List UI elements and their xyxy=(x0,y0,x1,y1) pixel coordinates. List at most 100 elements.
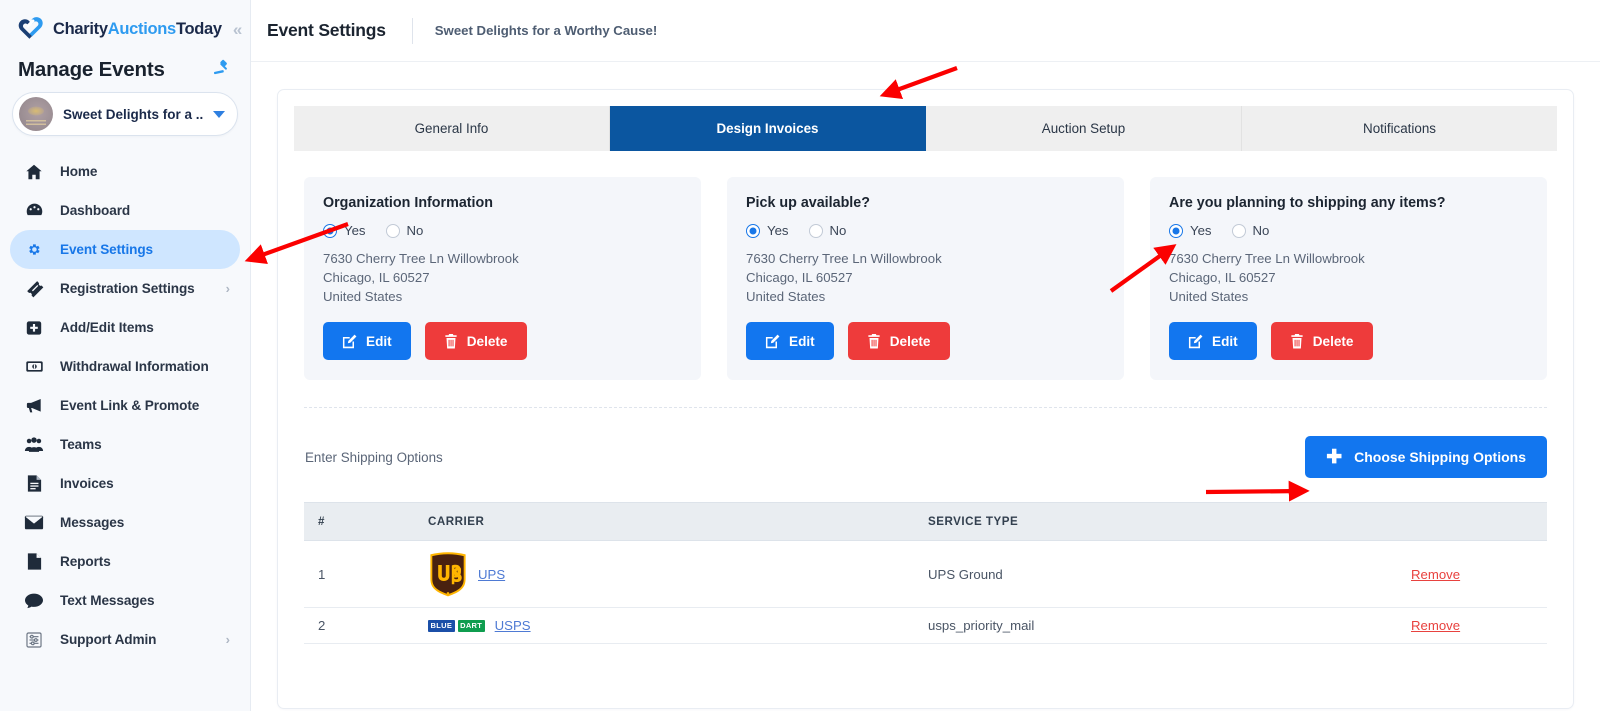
radio-label: Yes xyxy=(767,223,789,238)
tab-design-invoices[interactable]: Design Invoices xyxy=(610,106,926,151)
radio-label: No xyxy=(829,223,847,238)
address-line-1: 7630 Cherry Tree Ln Willowbrook xyxy=(746,251,942,266)
radio-label: Yes xyxy=(1190,223,1212,238)
delete-button-label: Delete xyxy=(1312,333,1354,349)
card-title: Are you planning to shipping any items? xyxy=(1169,195,1446,211)
sidebar-item-add-edit-items[interactable]: Add/Edit Items xyxy=(10,308,240,347)
radio-dot-selected[interactable] xyxy=(323,223,337,238)
sidebar-item-messages[interactable]: Messages xyxy=(10,503,240,542)
row-service-type: UPS Ground xyxy=(914,540,1397,608)
address-line-2: Chicago, IL 60527 xyxy=(323,270,430,285)
organization-information-card: Organization Information Yes No 7630 Che… xyxy=(304,177,701,380)
plus-icon: ✚ xyxy=(1326,446,1343,468)
sidebar-item-home[interactable]: Home xyxy=(10,152,240,191)
delete-button[interactable]: Delete xyxy=(1270,322,1373,360)
delete-button[interactable]: Delete xyxy=(424,322,527,360)
carrier-link[interactable]: UPS xyxy=(478,567,505,582)
sidebar-item-text-messages[interactable]: Text Messages xyxy=(10,581,240,620)
sidebar-item-teams[interactable]: Teams xyxy=(10,425,240,464)
gavel-icon xyxy=(212,59,230,82)
delete-button[interactable]: Delete xyxy=(847,322,950,360)
event-selector-dropdown[interactable]: Sweet Delights for a ... xyxy=(12,92,238,136)
radio-group: Yes No xyxy=(746,223,1105,238)
tab-general-info[interactable]: General Info xyxy=(294,106,610,151)
brand-name: CharityAuctionsToday xyxy=(53,20,222,39)
column-header-actions xyxy=(1397,502,1547,541)
address-block: 7630 Cherry Tree Ln Willowbrook Chicago,… xyxy=(323,249,682,306)
edit-button-label: Edit xyxy=(789,333,815,349)
remove-link[interactable]: Remove xyxy=(1411,618,1460,633)
remove-link[interactable]: Remove xyxy=(1411,567,1460,582)
radio-dot[interactable] xyxy=(385,223,400,238)
radio-no[interactable]: No xyxy=(1231,223,1270,238)
sidebar-item-label: Teams xyxy=(60,437,102,452)
row-carrier-cell: BLUE DART USPS xyxy=(414,607,914,644)
app-root: CharityAuctionsToday « Manage Events Swe… xyxy=(0,0,1600,711)
carrier-link[interactable]: USPS xyxy=(495,618,531,633)
edit-icon xyxy=(765,334,780,349)
topbar: Event Settings Sweet Delights for a Wort… xyxy=(251,0,1600,62)
delete-button-label: Delete xyxy=(466,333,508,349)
radio-dot-selected[interactable] xyxy=(746,223,760,238)
sidebar-item-event-settings[interactable]: Event Settings xyxy=(10,230,240,269)
row-number: 2 xyxy=(304,607,414,644)
column-header-number: # xyxy=(304,502,414,541)
sidebar-item-label: Dashboard xyxy=(60,203,131,218)
double-chevron-left-icon[interactable]: « xyxy=(233,21,242,38)
brand-name-today: Today xyxy=(175,19,222,38)
table-head: # CARRIER SERVICE TYPE xyxy=(304,502,1547,541)
radio-yes[interactable]: Yes xyxy=(1169,223,1212,238)
sidebar-item-registration-settings[interactable]: Registration Settings › xyxy=(10,269,240,308)
radio-yes[interactable]: Yes xyxy=(746,223,789,238)
edit-button[interactable]: Edit xyxy=(1169,322,1257,360)
manage-events-header: Manage Events xyxy=(0,52,250,92)
blue-dart-blue-text: BLUE xyxy=(428,619,455,632)
sidebar-item-label: Text Messages xyxy=(60,593,155,608)
edit-button-label: Edit xyxy=(366,333,392,349)
column-header-carrier: CARRIER xyxy=(414,502,914,541)
ticket-icon xyxy=(24,279,44,299)
shipping-options-table-wrap: # CARRIER SERVICE TYPE 1 UPS UPS Ground … xyxy=(304,502,1547,644)
choose-shipping-options-button[interactable]: ✚ Choose Shipping Options xyxy=(1305,436,1547,478)
sidebar-item-withdrawal-information[interactable]: Withdrawal Information xyxy=(10,347,240,386)
settings-panel: General Info Design Invoices Auction Set… xyxy=(277,89,1574,709)
sidebar-item-reports[interactable]: Reports xyxy=(10,542,240,581)
chevron-right-icon[interactable]: › xyxy=(226,632,230,647)
address-line-3: United States xyxy=(323,289,403,304)
plus-square-icon xyxy=(24,318,44,338)
radio-dot[interactable] xyxy=(808,223,823,238)
column-header-service-type: SERVICE TYPE xyxy=(914,502,1397,541)
blue-dart-logo-icon: BLUE DART xyxy=(428,619,485,632)
avatar xyxy=(19,97,53,131)
address-block: 7630 Cherry Tree Ln Willowbrook Chicago,… xyxy=(746,249,1105,306)
address-line-1: 7630 Cherry Tree Ln Willowbrook xyxy=(323,251,519,266)
radio-dot[interactable] xyxy=(1231,223,1246,238)
sidebar-item-event-link-promote[interactable]: Event Link & Promote xyxy=(10,386,240,425)
carrier-cell-content: BLUE DART USPS xyxy=(428,618,900,633)
address-line-2: Chicago, IL 60527 xyxy=(746,270,853,285)
money-icon xyxy=(24,357,44,377)
sidebar-item-label: Messages xyxy=(60,515,125,530)
radio-yes[interactable]: Yes xyxy=(323,223,366,238)
chevron-down-icon[interactable] xyxy=(213,110,225,118)
radio-label: No xyxy=(1252,223,1270,238)
gear-icon xyxy=(24,240,44,260)
radio-dot-selected[interactable] xyxy=(1169,223,1183,238)
radio-no[interactable]: No xyxy=(808,223,847,238)
invoice-icon xyxy=(24,474,44,494)
tab-auction-setup[interactable]: Auction Setup xyxy=(926,106,1242,151)
sidebar-item-dashboard[interactable]: Dashboard xyxy=(10,191,240,230)
dashboard-icon xyxy=(24,201,44,221)
edit-button[interactable]: Edit xyxy=(746,322,834,360)
chevron-right-icon[interactable]: › xyxy=(226,281,230,296)
sidebar-item-support-admin[interactable]: Support Admin › xyxy=(10,620,240,659)
radio-no[interactable]: No xyxy=(385,223,423,238)
card-actions: Edit Delete xyxy=(746,322,1105,360)
edit-button-label: Edit xyxy=(1212,333,1238,349)
sidebar-item-invoices[interactable]: Invoices xyxy=(10,464,240,503)
event-name-subtitle: Sweet Delights for a Worthy Cause! xyxy=(434,23,658,38)
radio-group: Yes No xyxy=(323,223,682,238)
edit-button[interactable]: Edit xyxy=(323,322,411,360)
tab-notifications[interactable]: Notifications xyxy=(1242,106,1557,151)
sidebar-item-label: Withdrawal Information xyxy=(60,359,209,374)
